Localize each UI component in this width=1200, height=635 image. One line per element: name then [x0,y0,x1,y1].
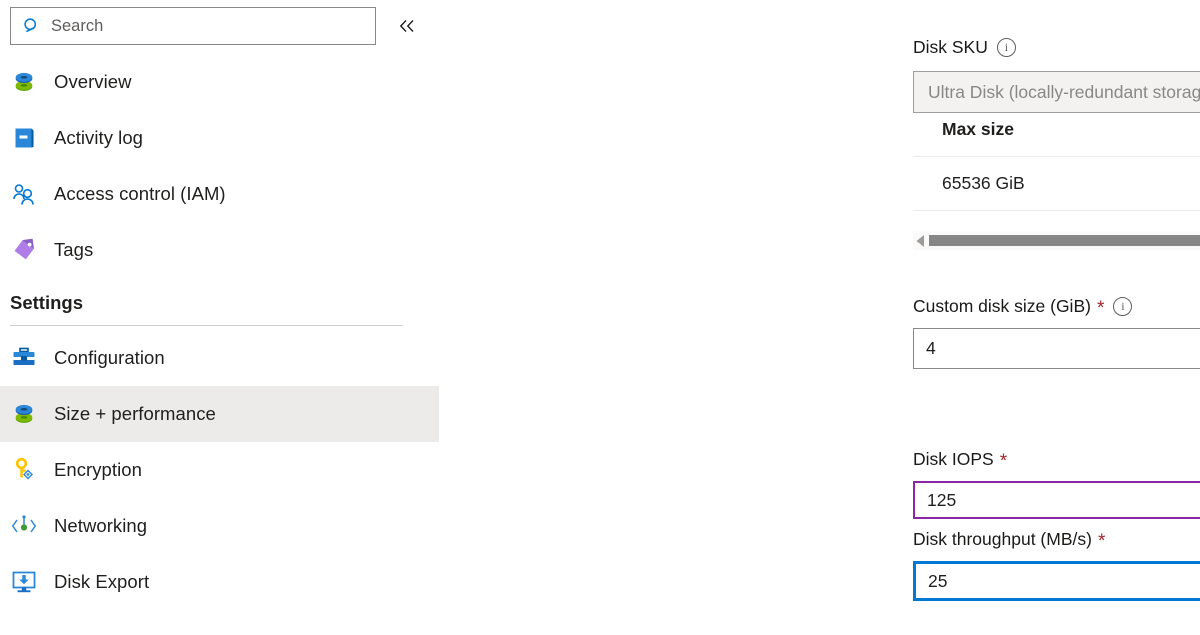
azure-disk-size-performance-page: Search Overview Activity log Access cont… [0,0,1200,635]
table-horizontal-scrollbar[interactable] [913,231,1200,250]
double-chevron-left-icon [399,20,414,32]
main-content: Disk SKU i Ultra Disk (locally-redundant… [440,0,1200,635]
disk-sku-label-row: Disk SKU i [913,37,1016,58]
disk-iops-label: Disk IOPS [913,449,994,469]
scroll-left-arrow-icon[interactable] [913,231,929,250]
settings-divider [10,325,403,326]
info-glyph: i [1121,299,1125,313]
disk-throughput-label-row: Disk throughput (MB/s) * [913,529,1106,552]
sidebar-item-label: Tags [54,239,94,260]
sidebar-item-label: Disk Export [54,571,150,592]
sidebar-item-label: Encryption [54,459,142,480]
activity-log-icon [10,124,38,152]
sidebar-item-label: Size + performance [54,403,216,424]
disk-sku-label: Disk SKU [913,37,988,57]
sidebar-item-label: Overview [54,71,132,92]
column-header-max-size: Max size [913,119,1200,157]
custom-disk-size-label-row: Custom disk size (GiB) * i [913,296,1133,319]
disk-icon [10,68,38,96]
tags-icon [10,236,38,264]
sidebar-item-overview[interactable]: Overview [0,54,439,110]
key-icon [10,456,38,484]
sidebar: Search Overview Activity log Access cont… [0,0,440,635]
sidebar-item-configuration[interactable]: Configuration [0,330,439,386]
collapse-sidebar-button[interactable] [394,13,420,39]
search-placeholder: Search [51,16,104,35]
required-marker: * [999,451,1008,472]
cell-max-size: 65536 GiB [913,156,1200,211]
sidebar-item-networking[interactable]: Networking [0,498,439,554]
sidebar-item-disk-export[interactable]: Disk Export [0,554,439,610]
scrollbar-thumb[interactable] [929,235,1200,246]
sidebar-item-tags[interactable]: Tags [0,222,439,278]
custom-disk-size-input[interactable] [913,328,1200,369]
disk-sku-dropdown[interactable]: Ultra Disk (locally-redundant storage) [913,71,1200,113]
search-icon [23,17,41,35]
disk-throughput-field[interactable] [913,561,1200,601]
networking-icon [10,512,38,540]
sku-detail-table: Max size Disk tier Provisioned IOPS 6553… [913,119,1200,211]
table-header-row: Max size Disk tier Provisioned IOPS [913,119,1200,157]
sidebar-item-access-control[interactable]: Access control (IAM) [0,166,439,222]
disk-throughput-label: Disk throughput (MB/s) [913,529,1092,549]
search-input[interactable]: Search [10,7,376,45]
settings-section-title: Settings [10,292,83,313]
table-row: 65536 GiB U 160000 [913,156,1200,211]
sidebar-item-size-performance[interactable]: Size + performance [0,386,439,442]
sidebar-item-label: Access control (IAM) [54,183,226,204]
required-marker: * [1097,531,1106,552]
sidebar-item-activity-log[interactable]: Activity log [0,110,439,166]
disk-export-icon [10,568,38,596]
settings-nav-list: Configuration Size + performance Encrypt… [0,330,440,610]
disk-sku-selected-value: Ultra Disk (locally-redundant storage) [928,81,1200,102]
custom-disk-size-label: Custom disk size (GiB) [913,296,1091,316]
disk-iops-input[interactable] [915,483,1200,517]
info-icon[interactable]: i [1113,297,1133,316]
info-glyph: i [1004,40,1009,54]
disk-throughput-input[interactable] [916,564,1200,598]
disk-iops-label-row: Disk IOPS * [913,449,1008,472]
access-control-icon [10,180,38,208]
disk-iops-field[interactable] [913,481,1200,519]
disk-icon [10,400,38,428]
sku-detail-table-wrap: Max size Disk tier Provisioned IOPS 6553… [913,119,1200,211]
toolbox-icon [10,344,38,372]
sidebar-item-label: Activity log [54,127,144,148]
settings-section-header: Settings [0,292,440,314]
sidebar-item-label: Configuration [54,347,165,368]
primary-nav-list: Overview Activity log Access control (IA… [0,54,440,278]
sidebar-item-encryption[interactable]: Encryption [0,442,439,498]
sidebar-item-label: Networking [54,515,148,536]
required-marker: * [1096,298,1105,319]
info-icon[interactable]: i [996,38,1016,57]
search-row: Search [0,0,440,45]
